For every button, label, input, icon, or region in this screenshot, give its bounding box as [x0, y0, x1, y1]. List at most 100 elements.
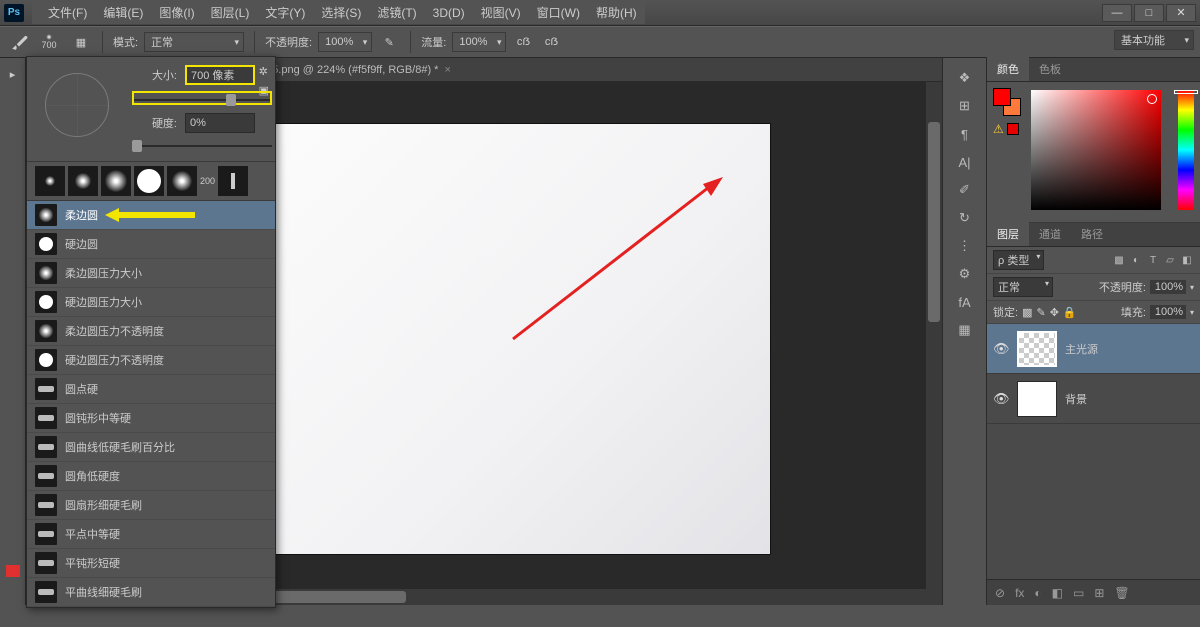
- brush-preset-item[interactable]: 平点中等硬: [27, 520, 275, 549]
- layer-row[interactable]: 👁 主光源: [987, 324, 1200, 374]
- dock-panel-icon[interactable]: ✐: [951, 178, 979, 202]
- brush-preset-item[interactable]: 圆角低硬度: [27, 462, 275, 491]
- layer-footer-button[interactable]: ⊘: [995, 586, 1005, 600]
- preset-thumb[interactable]: [218, 166, 248, 196]
- layer-footer-button[interactable]: 🗑: [1114, 586, 1129, 600]
- brush-preset-list[interactable]: 柔边圆硬边圆柔边圆压力大小硬边圆压力大小柔边圆压力不透明度硬边圆压力不透明度圆点…: [27, 201, 275, 607]
- brush-preset-item[interactable]: 硬边圆: [27, 230, 275, 259]
- gear-icon[interactable]: ✲: [259, 65, 269, 78]
- menu-item[interactable]: 帮助(H): [588, 4, 645, 21]
- brush-preset-item[interactable]: 圆钝形中等硬: [27, 404, 275, 433]
- opacity-field[interactable]: 100%: [318, 32, 372, 52]
- hue-slider[interactable]: [1178, 90, 1194, 210]
- brush-item-label: 柔边圆压力不透明度: [65, 323, 164, 339]
- dock-panel-icon[interactable]: ⊞: [951, 94, 979, 118]
- lock-transparency-icon[interactable]: ▩: [1022, 306, 1032, 319]
- opacity-pressure-icon[interactable]: ✎: [378, 31, 400, 53]
- preset-thumb[interactable]: [167, 166, 197, 196]
- brush-preset-item[interactable]: 平钝形短硬: [27, 549, 275, 578]
- layer-footer-button[interactable]: ⊞: [1094, 586, 1104, 600]
- layer-name[interactable]: 主光源: [1065, 341, 1098, 357]
- layer-name[interactable]: 背景: [1065, 391, 1087, 407]
- preset-thumb[interactable]: [35, 166, 65, 196]
- menu-item[interactable]: 3D(D): [425, 6, 473, 20]
- color-field[interactable]: [1031, 90, 1161, 210]
- blend-mode-select[interactable]: 正常: [144, 32, 244, 52]
- menu-item[interactable]: 选择(S): [313, 4, 369, 21]
- canvas[interactable]: [198, 124, 770, 554]
- brush-panel-toggle-icon[interactable]: ▦: [70, 31, 92, 53]
- flow-field[interactable]: 100%: [452, 32, 506, 52]
- layer-filter-icons[interactable]: ▩◐T▱◧: [1112, 253, 1194, 267]
- preset-size-label: 200: [200, 176, 215, 186]
- document-tab[interactable]: 5.png @ 224% (#f5f9ff, RGB/8#) *×: [264, 59, 463, 81]
- visibility-eye-icon[interactable]: 👁: [993, 341, 1009, 357]
- menu-item[interactable]: 文字(Y): [257, 4, 313, 21]
- brush-preset-item[interactable]: 柔边圆: [27, 201, 275, 230]
- preset-thumb[interactable]: [134, 166, 164, 196]
- tool-slot[interactable]: [6, 565, 20, 577]
- brush-hardness-slider[interactable]: [132, 139, 272, 153]
- menu-item[interactable]: 文件(F): [40, 4, 95, 21]
- layer-opacity-field[interactable]: 100%: [1150, 280, 1186, 294]
- menu-item[interactable]: 编辑(E): [95, 4, 151, 21]
- brush-preset-item[interactable]: 圆扇形细硬毛刷: [27, 491, 275, 520]
- menu-item[interactable]: 图像(I): [151, 4, 202, 21]
- dock-panel-icon[interactable]: ↻: [951, 206, 979, 230]
- brush-preset-item[interactable]: 柔边圆压力大小: [27, 259, 275, 288]
- visibility-eye-icon[interactable]: 👁: [993, 391, 1009, 407]
- brush-preset-item[interactable]: 硬边圆压力不透明度: [27, 346, 275, 375]
- brush-preset-item[interactable]: 圆曲线低硬毛刷百分比: [27, 433, 275, 462]
- dock-panel-icon[interactable]: ❖: [951, 66, 979, 90]
- brush-size-slider[interactable]: [132, 91, 272, 105]
- layer-footer-button[interactable]: ◧: [1052, 586, 1063, 600]
- layer-thumbnail[interactable]: [1017, 331, 1057, 367]
- lock-all-icon[interactable]: 🔒: [1063, 306, 1077, 319]
- panel-tab[interactable]: 色板: [1029, 57, 1071, 81]
- layer-blend-select[interactable]: 正常: [993, 277, 1053, 297]
- panel-tab[interactable]: 路径: [1071, 222, 1113, 246]
- brush-preset-item[interactable]: 平曲线细硬毛刷: [27, 578, 275, 607]
- layer-filter-kind[interactable]: ρ 类型: [993, 250, 1044, 270]
- layer-footer-button[interactable]: ▭: [1073, 586, 1084, 600]
- tool-slot[interactable]: ▸: [2, 63, 24, 85]
- layer-footer-button[interactable]: ◐: [1034, 586, 1041, 600]
- dock-panel-icon[interactable]: ▦: [951, 318, 979, 342]
- fg-bg-swatches[interactable]: [993, 88, 1021, 116]
- panel-tab[interactable]: 通道: [1029, 222, 1071, 246]
- preset-thumb[interactable]: [101, 166, 131, 196]
- panel-tab[interactable]: 颜色: [987, 57, 1029, 81]
- dock-panel-icon[interactable]: ¶: [951, 122, 979, 146]
- airbrush-icon[interactable]: cẞ: [512, 31, 534, 53]
- workspace-switcher[interactable]: 基本功能: [1114, 30, 1194, 50]
- menu-item[interactable]: 窗口(W): [529, 4, 588, 21]
- dock-panel-icon[interactable]: ⚙: [951, 262, 979, 286]
- lock-position-icon[interactable]: ✥: [1050, 306, 1059, 319]
- maximize-button[interactable]: □: [1134, 4, 1164, 22]
- close-tab-icon[interactable]: ×: [444, 64, 450, 76]
- dock-panel-icon[interactable]: A|: [951, 150, 979, 174]
- lock-paint-icon[interactable]: ✎: [1036, 306, 1045, 319]
- close-button[interactable]: ✕: [1166, 4, 1196, 22]
- menu-item[interactable]: 图层(L): [203, 4, 258, 21]
- dock-panel-icon[interactable]: ⋮: [951, 234, 979, 258]
- brush-preset-picker[interactable]: 700: [34, 31, 64, 53]
- brush-preset-item[interactable]: 柔边圆压力不透明度: [27, 317, 275, 346]
- vertical-scrollbar[interactable]: [926, 82, 942, 589]
- dock-panel-icon[interactable]: fA: [951, 290, 979, 314]
- brush-size-input[interactable]: 700 像素: [185, 65, 255, 85]
- minimize-button[interactable]: —: [1102, 4, 1132, 22]
- layer-footer-button[interactable]: fx: [1015, 586, 1024, 600]
- menu-item[interactable]: 视图(V): [473, 4, 529, 21]
- panel-tab[interactable]: 图层: [987, 222, 1029, 246]
- layer-thumbnail[interactable]: [1017, 381, 1057, 417]
- layer-row[interactable]: 👁 背景: [987, 374, 1200, 424]
- foreground-swatch[interactable]: [993, 88, 1011, 106]
- brush-preset-item[interactable]: 圆点硬: [27, 375, 275, 404]
- preset-thumb[interactable]: [68, 166, 98, 196]
- layer-fill-field[interactable]: 100%: [1150, 305, 1186, 319]
- size-pressure-icon[interactable]: cẞ: [540, 31, 562, 53]
- brush-preset-item[interactable]: 硬边圆压力大小: [27, 288, 275, 317]
- brush-hardness-input[interactable]: 0%: [185, 113, 255, 133]
- menu-item[interactable]: 滤镜(T): [369, 4, 424, 21]
